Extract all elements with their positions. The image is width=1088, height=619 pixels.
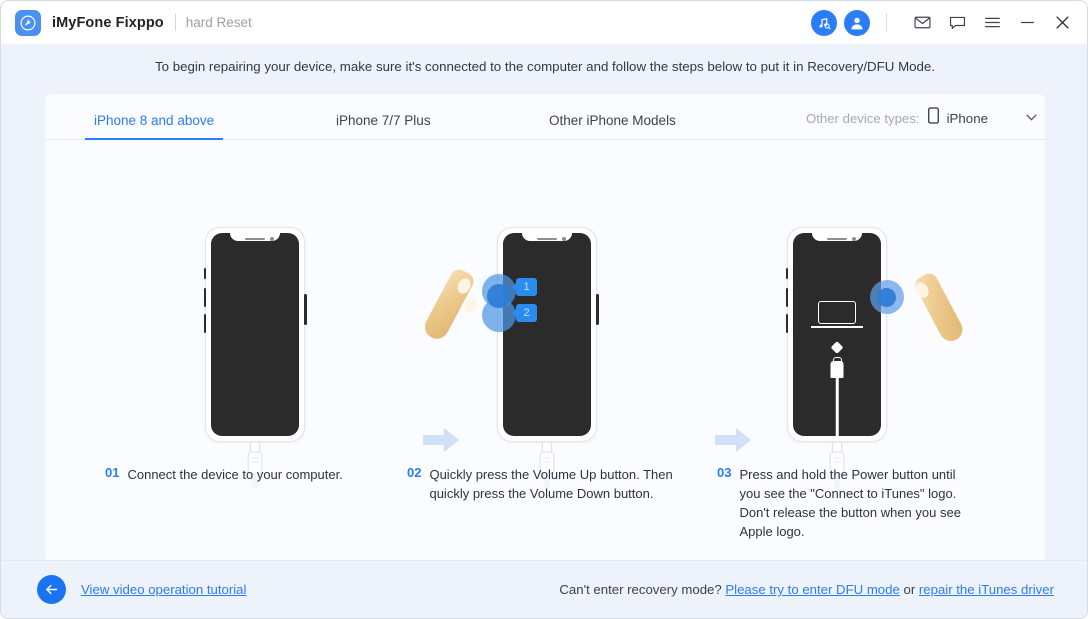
volume-up-button <box>785 288 788 307</box>
title-bar: iMyFone Fixppo hard Reset <box>1 1 1087 44</box>
iphone-camera <box>852 236 856 241</box>
iphone-speaker <box>245 237 265 240</box>
mute-switch <box>785 268 788 279</box>
back-button[interactable] <box>37 575 66 604</box>
tap-ripple-power-core <box>877 288 896 307</box>
step-arrow-1 <box>423 428 459 457</box>
tab-bar: iPhone 8 and above iPhone 7/7 Plus Other… <box>45 94 1045 140</box>
step-2-caption: 02 Quickly press the Volume Up button. T… <box>407 465 677 503</box>
step-1-text: Connect the device to your computer. <box>127 467 343 482</box>
mode-subtitle: hard Reset <box>185 15 252 30</box>
title-divider <box>174 14 176 31</box>
step-1-number: 01 <box>105 465 120 480</box>
iphone-screen <box>503 233 591 436</box>
iphone-speaker <box>537 237 557 240</box>
step-3-caption: 03 Press and hold the Power button until… <box>717 465 979 541</box>
iphone-screen-recovery <box>793 233 881 436</box>
iphone-camera <box>270 236 274 241</box>
close-icon[interactable] <box>1049 10 1075 36</box>
dfu-mode-link[interactable]: Please try to enter DFU mode <box>725 582 899 597</box>
power-button <box>304 294 307 325</box>
volume-down-button <box>203 314 206 333</box>
step-arrow-2 <box>715 428 751 457</box>
step-3-number: 03 <box>717 465 732 480</box>
iphone-screen <box>211 233 299 436</box>
mute-switch <box>203 268 206 279</box>
chat-bubble-icon[interactable] <box>944 10 970 36</box>
recovery-help-middle: or <box>899 582 919 597</box>
connect-to-itunes-plug-icon <box>830 361 844 378</box>
connect-to-itunes-computer-icon <box>818 301 856 324</box>
recovery-help-prefix: Can't enter recovery mode? <box>559 582 726 597</box>
itunes-driver-link[interactable]: repair the iTunes driver <box>919 582 1054 597</box>
iphone-speaker <box>827 237 847 240</box>
iphone-camera <box>562 236 566 241</box>
instruction-banner-text: To begin repairing your device, make sur… <box>154 58 936 74</box>
tab-iphone-8-and-above[interactable]: iPhone 8 and above <box>84 113 224 140</box>
tab-other-iphone-models[interactable]: Other iPhone Models <box>549 113 676 139</box>
connect-to-itunes-arrow-icon <box>830 341 844 354</box>
tap-ripple-core <box>487 284 511 308</box>
device-type-selector[interactable]: Other device types: iPhone <box>806 107 1037 129</box>
volume-down-button <box>785 314 788 333</box>
step-2-number: 02 <box>407 465 422 480</box>
device-type-label: Other device types: <box>805 110 920 126</box>
phone-icon <box>927 107 939 129</box>
minimize-icon[interactable] <box>1014 10 1040 36</box>
app-window: iMyFone Fixppo hard Reset To begin repai… <box>0 0 1088 619</box>
tab-iphone-7-7-plus[interactable]: iPhone 7/7 Plus <box>336 113 431 139</box>
step-2-text: Quickly press the Volume Up button. Then… <box>429 467 673 501</box>
app-title: iMyFone Fixppo <box>52 14 164 31</box>
recovery-help-text: Can't enter recovery mode? Please try to… <box>559 582 1054 597</box>
device-type-value: iPhone <box>946 110 988 126</box>
content-panel: iPhone 8 and above iPhone 7/7 Plus Other… <box>45 94 1045 562</box>
iphone-graphic <box>785 227 967 488</box>
iphone-graphic <box>203 227 307 488</box>
badge-step-1: 1 <box>516 278 537 296</box>
instruction-banner: To begin repairing your device, make sur… <box>1 44 1087 88</box>
step-2-illustration: 1 2 <box>420 227 599 488</box>
volume-up-button <box>203 288 206 307</box>
menu-icon[interactable] <box>979 10 1005 36</box>
step-3-illustration <box>785 227 967 488</box>
titlebar-separator <box>886 13 887 32</box>
connect-to-itunes-wire <box>835 378 839 436</box>
itunes-repair-icon[interactable] <box>811 9 837 36</box>
mail-icon[interactable] <box>909 10 935 36</box>
account-avatar-icon[interactable] <box>844 9 870 36</box>
wrench-circle-icon <box>15 9 41 36</box>
iphone-graphic: 1 2 <box>420 227 599 488</box>
steps-area: 1 2 01 Connect the device to your comput… <box>45 140 1045 560</box>
step-1-illustration <box>203 227 307 488</box>
video-tutorial-link[interactable]: View video operation tutorial <box>81 582 246 597</box>
step-3-text: Press and hold the Power button until yo… <box>739 467 961 539</box>
footer-bar: View video operation tutorial Can't ente… <box>1 560 1087 618</box>
connect-to-itunes-computer-base <box>811 326 863 328</box>
badge-step-2: 2 <box>516 304 537 322</box>
step-1-caption: 01 Connect the device to your computer. <box>105 465 395 484</box>
power-button <box>596 294 599 325</box>
chevron-down-icon[interactable] <box>1026 113 1037 123</box>
